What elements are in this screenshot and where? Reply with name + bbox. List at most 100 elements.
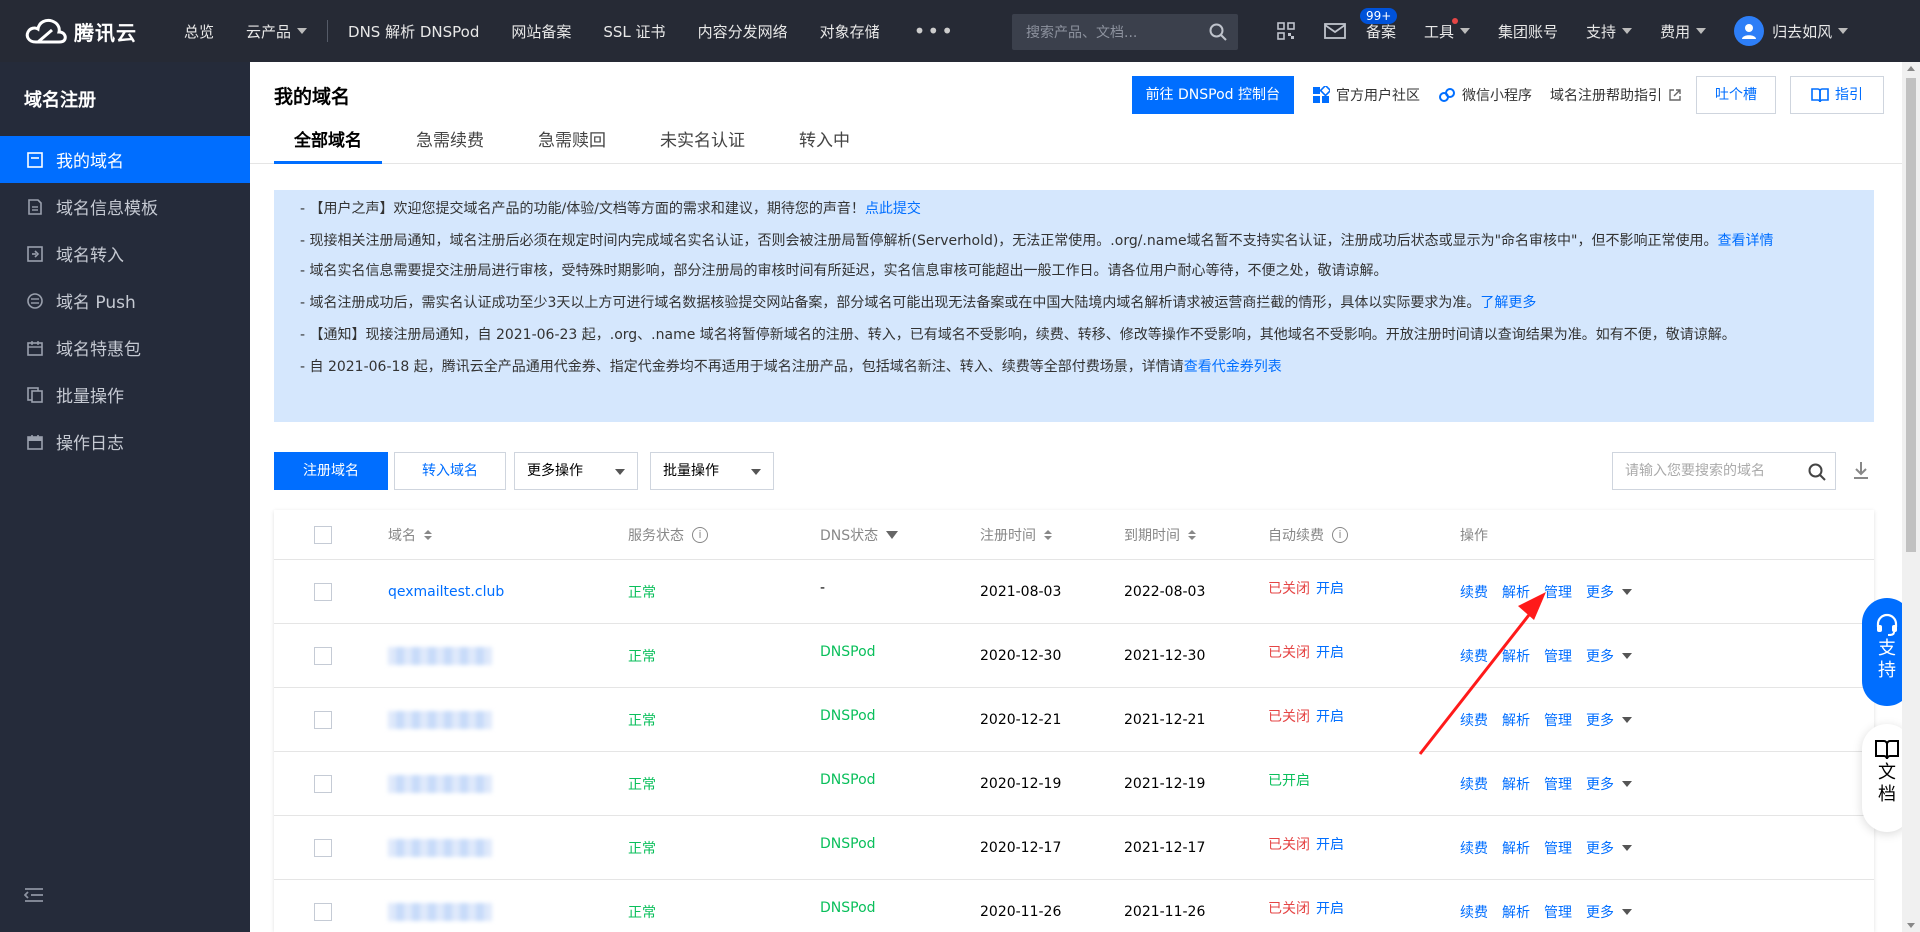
register-domain-button[interactable]: 注册域名 xyxy=(274,452,388,490)
scroll-up-icon[interactable] xyxy=(1907,66,1915,71)
dns-resolve-link[interactable]: 解析 xyxy=(1502,710,1530,730)
nav-tools[interactable]: 工具 xyxy=(1410,0,1484,62)
notice-link[interactable]: 查看代金券列表 xyxy=(1184,359,1282,375)
page-scrollbar[interactable] xyxy=(1902,62,1920,932)
collapse-sidebar-icon[interactable] xyxy=(23,887,44,908)
column-dns[interactable]: DNS状态 xyxy=(820,510,899,559)
notice-link[interactable]: 查看详情 xyxy=(1717,233,1773,249)
global-search-input[interactable]: 搜索产品、文档... xyxy=(1012,14,1238,50)
renew-link[interactable]: 续费 xyxy=(1460,710,1488,730)
manage-link[interactable]: 管理 xyxy=(1544,774,1572,794)
dns-resolve-link[interactable]: 解析 xyxy=(1502,774,1530,794)
nav-cos[interactable]: 对象存储 xyxy=(804,0,896,62)
search-icon[interactable] xyxy=(1208,22,1228,42)
row-checkbox[interactable] xyxy=(314,646,332,665)
renew-link[interactable]: 续费 xyxy=(1460,902,1488,922)
tab-transferring[interactable]: 转入中 xyxy=(779,128,870,164)
sidebar-item-my-domains[interactable]: 我的域名 xyxy=(0,136,250,183)
filter-icon[interactable] xyxy=(886,530,899,539)
sidebar-item-transfer-in[interactable]: 域名转入 xyxy=(0,230,250,277)
tab-redeem-urgent[interactable]: 急需赎回 xyxy=(518,128,626,164)
sidebar-item-batch[interactable]: 批量操作 xyxy=(0,371,250,418)
sidebar-item-templates[interactable]: 域名信息模板 xyxy=(0,183,250,230)
sort-icon[interactable] xyxy=(1044,529,1052,540)
nav-ssl[interactable]: SSL 证书 xyxy=(587,0,681,62)
nav-overview[interactable]: 总览 xyxy=(168,0,230,62)
sidebar-item-logs[interactable]: 操作日志 xyxy=(0,418,250,465)
message-button[interactable]: 99+ xyxy=(1310,0,1400,62)
sidebar-item-push[interactable]: 域名 Push xyxy=(0,277,250,324)
row-checkbox[interactable] xyxy=(314,774,332,793)
row-checkbox[interactable] xyxy=(314,838,332,857)
scrollbar-thumb[interactable] xyxy=(1906,78,1916,552)
nav-support[interactable]: 支持 xyxy=(1572,0,1646,62)
dns-resolve-link[interactable]: 解析 xyxy=(1502,582,1530,602)
transfer-domain-button[interactable]: 转入域名 xyxy=(394,452,506,490)
renew-link[interactable]: 续费 xyxy=(1460,838,1488,858)
guide-button[interactable]: 指引 xyxy=(1790,76,1884,114)
more-ops-dropdown[interactable]: 更多 xyxy=(1586,710,1632,730)
sort-icon[interactable] xyxy=(424,529,432,540)
tab-all-domains[interactable]: 全部域名 xyxy=(274,128,382,164)
search-icon[interactable] xyxy=(1807,462,1827,482)
row-checkbox[interactable] xyxy=(314,582,332,601)
enable-auto-renew-link[interactable]: 开启 xyxy=(1316,898,1344,918)
nav-products[interactable]: 云产品 xyxy=(230,0,323,62)
dns-resolve-link[interactable]: 解析 xyxy=(1502,838,1530,858)
row-checkbox[interactable] xyxy=(314,710,332,729)
enable-auto-renew-link[interactable]: 开启 xyxy=(1316,706,1344,726)
community-link[interactable]: 官方用户社区 xyxy=(1312,85,1420,105)
domain-link[interactable]: qexmailtest.club xyxy=(388,584,504,600)
more-ops-dropdown[interactable]: 更多 xyxy=(1586,902,1632,922)
nav-group-account[interactable]: 集团账号 xyxy=(1484,0,1572,62)
batch-ops-select[interactable]: 批量操作 xyxy=(650,452,774,490)
sidebar-item-packages[interactable]: 域名特惠包 xyxy=(0,324,250,371)
more-ops-dropdown[interactable]: 更多 xyxy=(1586,838,1632,858)
more-ops-dropdown[interactable]: 更多 xyxy=(1586,774,1632,794)
more-icon[interactable]: ••• xyxy=(896,19,973,43)
info-icon[interactable]: i xyxy=(1332,526,1348,543)
domain-search-input[interactable]: 请输入您要搜索的域名 xyxy=(1612,452,1836,490)
info-icon[interactable]: i xyxy=(692,526,708,543)
more-ops-dropdown[interactable]: 更多 xyxy=(1586,646,1632,666)
nav-icp[interactable]: 网站备案 xyxy=(495,0,587,62)
tencent-cloud-logo[interactable]: 腾讯云 xyxy=(0,16,168,46)
select-all-checkbox[interactable] xyxy=(314,525,332,544)
renew-link[interactable]: 续费 xyxy=(1460,774,1488,794)
user-menu[interactable]: 归去如风 xyxy=(1720,0,1862,62)
scroll-down-icon[interactable] xyxy=(1907,923,1915,928)
enable-auto-renew-link[interactable]: 开启 xyxy=(1316,578,1344,598)
feedback-button[interactable]: 吐个槽 xyxy=(1696,76,1776,114)
column-domain[interactable]: 域名 xyxy=(388,510,432,559)
manage-link[interactable]: 管理 xyxy=(1544,838,1572,858)
tab-renew-urgent[interactable]: 急需续费 xyxy=(396,128,504,164)
more-ops-dropdown[interactable]: 更多 xyxy=(1586,582,1632,602)
notice-link[interactable]: 点此提交 xyxy=(865,201,921,217)
enable-auto-renew-link[interactable]: 开启 xyxy=(1316,834,1344,854)
sort-icon[interactable] xyxy=(1188,529,1196,540)
download-icon[interactable] xyxy=(1852,460,1870,480)
dns-resolve-link[interactable]: 解析 xyxy=(1502,646,1530,666)
column-reg-date[interactable]: 注册时间 xyxy=(980,510,1052,559)
nav-dnspod[interactable]: DNS 解析 DNSPod xyxy=(332,0,495,62)
help-guide-link[interactable]: 域名注册帮助指引 xyxy=(1550,85,1682,105)
nav-cdn[interactable]: 内容分发网络 xyxy=(682,0,804,62)
column-exp-date[interactable]: 到期时间 xyxy=(1124,510,1196,559)
nav-beian[interactable]: 备案 xyxy=(1352,0,1410,62)
more-ops-select[interactable]: 更多操作 xyxy=(514,452,638,490)
notice-link[interactable]: 了解更多 xyxy=(1480,295,1536,311)
qrcode-button[interactable] xyxy=(1262,0,1310,62)
manage-link[interactable]: 管理 xyxy=(1544,710,1572,730)
nav-billing[interactable]: 费用 xyxy=(1646,0,1720,62)
manage-link[interactable]: 管理 xyxy=(1544,902,1572,922)
manage-link[interactable]: 管理 xyxy=(1544,646,1572,666)
tab-unverified[interactable]: 未实名认证 xyxy=(640,128,765,164)
renew-link[interactable]: 续费 xyxy=(1460,646,1488,666)
row-checkbox[interactable] xyxy=(314,902,332,921)
manage-link[interactable]: 管理 xyxy=(1544,582,1572,602)
dnspod-console-button[interactable]: 前往 DNSPod 控制台 xyxy=(1131,76,1294,114)
enable-auto-renew-link[interactable]: 开启 xyxy=(1316,642,1344,662)
dns-resolve-link[interactable]: 解析 xyxy=(1502,902,1530,922)
renew-link[interactable]: 续费 xyxy=(1460,582,1488,602)
miniprogram-link[interactable]: 微信小程序 xyxy=(1438,85,1532,105)
